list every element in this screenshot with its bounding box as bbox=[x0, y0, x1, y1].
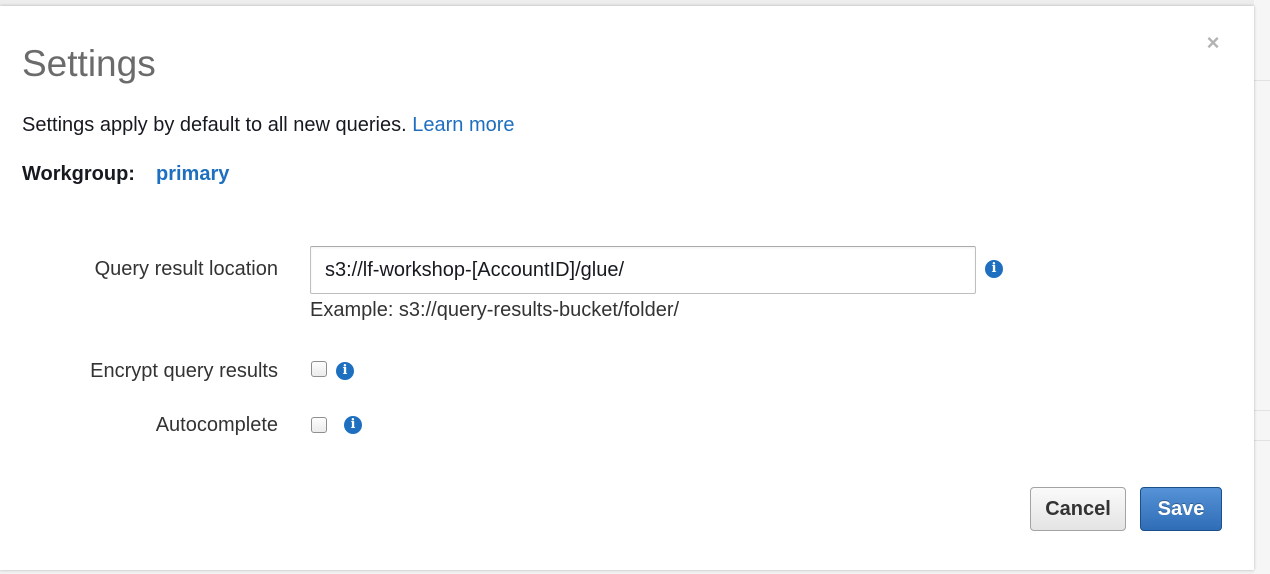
save-button[interactable]: Save bbox=[1140, 487, 1222, 531]
autocomplete-info-icon[interactable]: i bbox=[344, 416, 362, 434]
close-icon[interactable]: × bbox=[1203, 31, 1223, 55]
background-row-divider bbox=[1254, 440, 1270, 441]
learn-more-link[interactable]: Learn more bbox=[412, 114, 514, 136]
encrypt-query-results-label: Encrypt query results bbox=[90, 360, 278, 382]
background-page-edge bbox=[1254, 0, 1270, 574]
query-result-location-hint: Example: s3://query-results-bucket/folde… bbox=[310, 299, 680, 321]
encrypt-query-results-checkbox[interactable] bbox=[311, 361, 327, 377]
encrypt-query-results-info-icon[interactable]: i bbox=[336, 362, 354, 380]
background-bottom bbox=[0, 570, 1254, 574]
dialog-description: Settings apply by default to all new que… bbox=[22, 112, 515, 138]
autocomplete-label: Autocomplete bbox=[155, 414, 278, 436]
query-result-location-info-icon[interactable]: i bbox=[985, 260, 1003, 278]
query-result-location-label: Query result location bbox=[94, 258, 278, 280]
autocomplete-checkbox[interactable] bbox=[311, 417, 327, 433]
description-text: Settings apply by default to all new que… bbox=[22, 114, 407, 136]
cancel-button[interactable]: Cancel bbox=[1030, 487, 1126, 531]
workgroup-label: Workgroup: bbox=[22, 163, 135, 185]
background-row-divider bbox=[1254, 410, 1270, 411]
dialog-title: Settings bbox=[22, 43, 156, 84]
background-row-divider bbox=[1254, 80, 1270, 81]
workgroup-link[interactable]: primary bbox=[156, 161, 229, 187]
query-result-location-input[interactable] bbox=[310, 246, 976, 294]
